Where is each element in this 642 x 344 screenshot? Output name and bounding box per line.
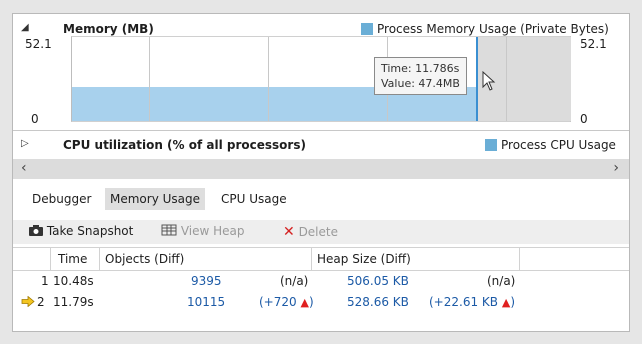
cpu-section-header: ▷ CPU utilization (% of all processors) … bbox=[13, 136, 629, 155]
camera-icon bbox=[29, 225, 43, 236]
cpu-legend-label: Process CPU Usage bbox=[501, 138, 616, 152]
snapshot-time: 10.48s bbox=[53, 274, 94, 288]
objects-count-link[interactable]: 10115 bbox=[187, 295, 225, 309]
y-axis-min-left: 0 bbox=[31, 112, 39, 126]
gridline bbox=[506, 37, 507, 121]
heap-size-link[interactable]: 506.05 KB bbox=[347, 274, 409, 288]
snapshot-table-header: Time Objects (Diff) Heap Size (Diff) bbox=[13, 247, 629, 271]
delete-button[interactable]: ✕ Delete bbox=[283, 224, 338, 240]
view-heap-icon bbox=[161, 224, 177, 236]
cpu-legend: Process CPU Usage bbox=[485, 138, 616, 152]
heap-size-link[interactable]: 528.66 KB bbox=[347, 295, 409, 309]
table-row[interactable]: 2 11.79s 10115 (+720 ▲) 528.66 KB (+22.6… bbox=[13, 292, 629, 312]
column-header-time[interactable]: Time bbox=[58, 252, 87, 266]
legend-swatch bbox=[361, 23, 373, 35]
gridline bbox=[149, 37, 150, 121]
collapse-triangle-icon[interactable]: ◢ bbox=[21, 22, 29, 33]
column-separator bbox=[311, 248, 312, 270]
delete-x-icon: ✕ bbox=[283, 224, 295, 240]
memory-toolbar: Take Snapshot View Heap ✕ Delete bbox=[13, 220, 629, 244]
take-snapshot-label: Take Snapshot bbox=[46, 224, 134, 238]
expand-triangle-icon[interactable]: ▷ bbox=[21, 138, 29, 149]
heap-diff: (n/a) bbox=[487, 274, 516, 288]
column-separator bbox=[50, 248, 51, 270]
divider bbox=[13, 130, 629, 131]
scroll-left-icon[interactable]: ‹ bbox=[21, 160, 27, 176]
y-axis-max-left: 52.1 bbox=[25, 37, 52, 51]
diagnostic-tools-panel: ◢ Memory (MB) Process Memory Usage (Priv… bbox=[12, 13, 630, 332]
cpu-section-title: CPU utilization (% of all processors) bbox=[63, 138, 306, 152]
column-separator bbox=[99, 248, 100, 270]
legend-swatch bbox=[485, 139, 497, 151]
view-heap-button[interactable]: View Heap bbox=[161, 224, 245, 238]
tab-cpu-usage[interactable]: CPU Usage bbox=[216, 188, 292, 210]
snapshot-time: 11.79s bbox=[53, 295, 94, 309]
increase-arrow-icon: ▲ bbox=[300, 296, 309, 309]
chart-tooltip: Time: 11.786s Value: 47.4MB bbox=[374, 57, 467, 95]
y-axis-min-right: 0 bbox=[580, 112, 588, 126]
objects-count-link[interactable]: 9395 bbox=[191, 274, 222, 288]
snapshot-id: 1 bbox=[41, 274, 49, 288]
column-separator bbox=[519, 248, 520, 270]
timeline-scrollbar[interactable]: ‹ › bbox=[13, 159, 629, 179]
objects-diff-value: (+720 bbox=[259, 295, 297, 309]
column-header-heap[interactable]: Heap Size (Diff) bbox=[317, 252, 411, 266]
tooltip-value: Value: 47.4MB bbox=[381, 77, 460, 90]
tab-debugger[interactable]: Debugger bbox=[27, 188, 96, 210]
view-heap-label: View Heap bbox=[180, 224, 245, 238]
heap-diff-value: (+22.61 KB bbox=[429, 295, 499, 309]
snapshot-marker[interactable] bbox=[476, 37, 478, 121]
mouse-pointer-icon bbox=[482, 71, 496, 91]
table-row[interactable]: 1 10.48s 9395 (n/a) 506.05 KB (n/a) bbox=[13, 271, 629, 291]
tooltip-time: Time: 11.786s bbox=[381, 62, 460, 75]
take-snapshot-button[interactable]: Take Snapshot bbox=[29, 224, 133, 238]
objects-diff-link[interactable]: (+720 ▲) bbox=[259, 295, 314, 309]
memory-section-title: Memory (MB) bbox=[63, 22, 154, 36]
heap-diff-link[interactable]: (+22.61 KB ▲) bbox=[429, 295, 515, 309]
snapshot-id: 2 bbox=[37, 295, 45, 309]
heap-diff-close: ) bbox=[510, 295, 515, 309]
memory-chart[interactable]: Time: 11.786s Value: 47.4MB bbox=[71, 36, 571, 122]
objects-diff-close: ) bbox=[308, 295, 314, 309]
scroll-right-icon[interactable]: › bbox=[613, 160, 619, 176]
gridline bbox=[268, 37, 269, 121]
current-snapshot-arrow-icon bbox=[21, 296, 35, 307]
objects-diff: (n/a) bbox=[280, 274, 309, 288]
delete-label: Delete bbox=[298, 225, 338, 239]
y-axis-max-right: 52.1 bbox=[580, 37, 607, 51]
tab-memory-usage[interactable]: Memory Usage bbox=[105, 188, 206, 210]
memory-legend: Process Memory Usage (Private Bytes) bbox=[361, 22, 609, 36]
memory-legend-label: Process Memory Usage (Private Bytes) bbox=[377, 22, 609, 36]
column-header-objects[interactable]: Objects (Diff) bbox=[105, 252, 184, 266]
